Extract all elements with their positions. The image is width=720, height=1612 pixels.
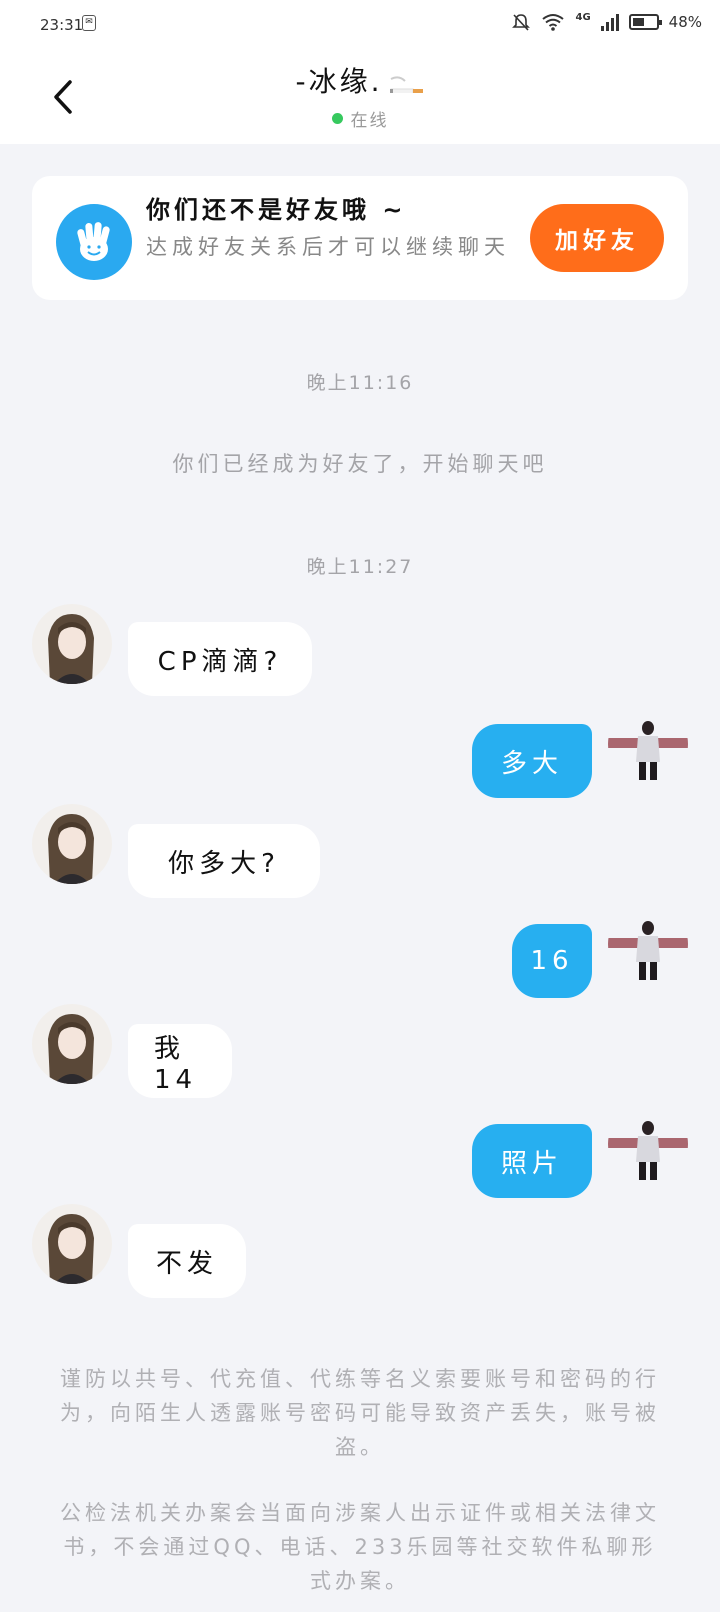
notice-title: 你们还不是好友哦 ~ xyxy=(146,196,407,224)
contact-avatar[interactable] xyxy=(32,1204,112,1284)
waving-hand-icon xyxy=(56,204,132,280)
app-notification-icon: ✉ xyxy=(82,15,96,31)
status-bar: 23:31 ✉ 4G 48% xyxy=(0,0,720,50)
status-right: 4G 48% xyxy=(511,12,702,32)
contact-avatar[interactable] xyxy=(32,804,112,884)
message-bubble-sent[interactable]: 16 xyxy=(512,924,592,998)
safety-warning: 公检法机关办案会当面向涉案人出示证件或相关法律文书，不会通过QQ、电话、233乐… xyxy=(60,1501,660,1593)
my-avatar[interactable] xyxy=(608,904,688,984)
my-avatar[interactable] xyxy=(608,1104,688,1184)
message-bubble-received[interactable]: 我14 xyxy=(128,1024,232,1098)
notice-description: 达成好友关系后才可以继续聊天 xyxy=(146,235,510,259)
battery-icon xyxy=(628,14,662,30)
online-status: 在线 xyxy=(331,106,389,131)
my-avatar[interactable] xyxy=(608,704,688,784)
timestamp: 晚上11:16 xyxy=(306,372,414,394)
not-friend-notice: 你们还不是好友哦 ~ 达成好友关系后才可以继续聊天 加好友 xyxy=(32,176,688,300)
network-type: 4G xyxy=(575,11,591,23)
safety-warning: 谨防以共号、代充值、代练等名义索要账号和密码的行为，向陌生人透露账号密码可能导致… xyxy=(60,1367,660,1459)
cigarette-emoji-icon xyxy=(389,76,423,93)
message-bubble-received[interactable]: 不发 xyxy=(128,1224,246,1298)
message-bubble-received[interactable]: 你多大? xyxy=(128,824,320,898)
message-bubble-sent[interactable]: 照片 xyxy=(472,1124,592,1198)
contact-name: -冰缘. xyxy=(295,65,383,98)
status-time: 23:31 xyxy=(40,16,84,34)
message-bubble-sent[interactable]: 多大 xyxy=(472,724,592,798)
contact-avatar[interactable] xyxy=(32,1004,112,1084)
contact-avatar[interactable] xyxy=(32,604,112,684)
wifi-icon xyxy=(542,14,565,31)
mute-icon xyxy=(512,14,531,31)
signal-icon xyxy=(600,13,619,31)
online-dot-icon xyxy=(331,113,343,124)
system-message: 你们已经成为好友了，开始聊天吧 xyxy=(172,452,548,476)
message-bubble-received[interactable]: CP滴滴? xyxy=(128,622,312,696)
add-friend-button[interactable]: 加好友 xyxy=(530,204,664,272)
page-title: -冰缘. xyxy=(295,60,424,100)
timestamp: 晚上11:27 xyxy=(306,556,414,578)
chat-header: -冰缘. 在线 xyxy=(0,50,720,144)
battery-percent: 48% xyxy=(668,13,702,31)
